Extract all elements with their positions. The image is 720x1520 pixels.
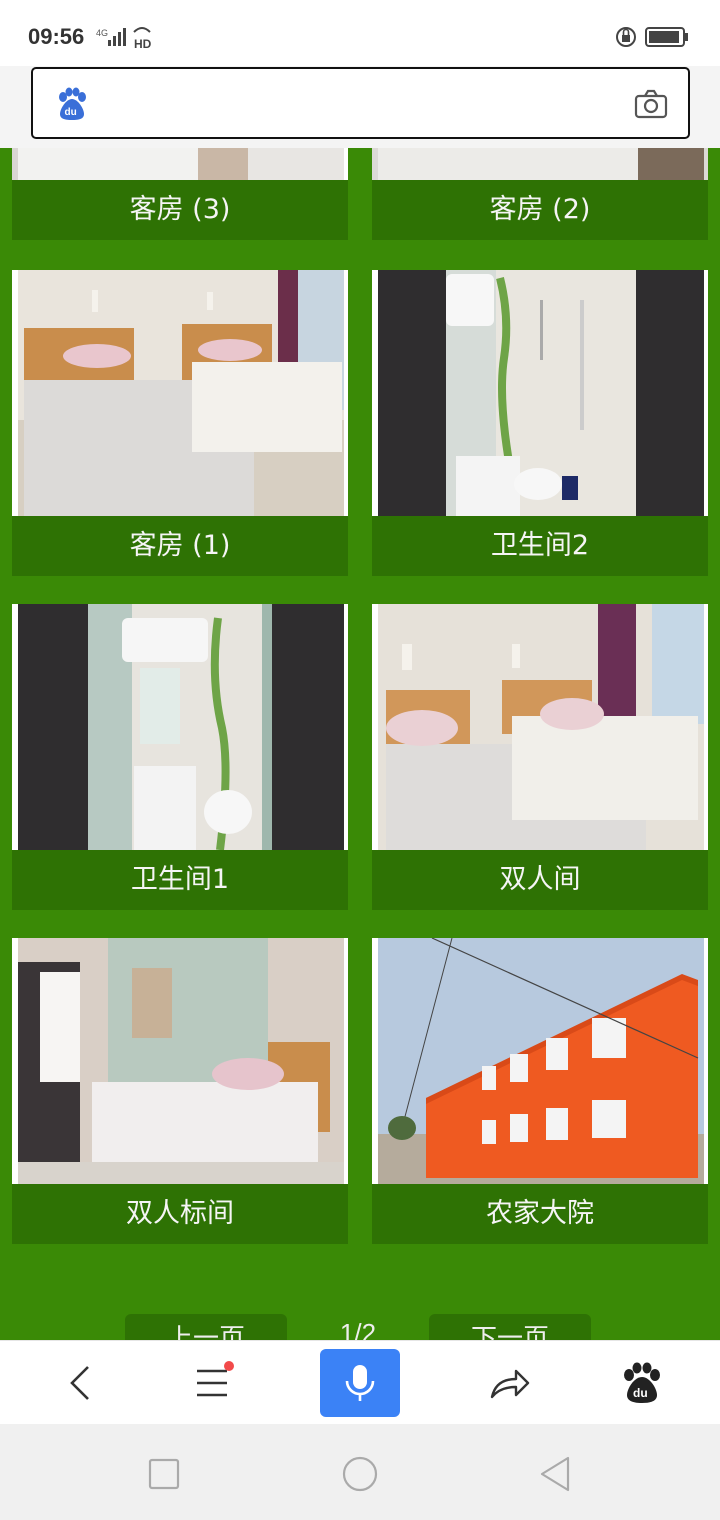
room-caption: 卫生间1 (12, 850, 348, 910)
room-tile[interactable]: 双人间 (372, 604, 708, 910)
hd-label: HD (134, 37, 152, 50)
status-right-icons (616, 27, 688, 47)
back-icon[interactable] (52, 1355, 108, 1411)
room-photo (372, 604, 708, 850)
search-bar[interactable]: du (31, 67, 690, 139)
system-navigation-bar (0, 1424, 720, 1520)
svg-text:du: du (65, 107, 77, 118)
room-photo (12, 148, 348, 180)
room-tile[interactable]: 客房 (2) (372, 148, 708, 240)
room-photo (12, 938, 348, 1184)
room-tile[interactable]: 客房 (3) (12, 148, 348, 240)
signal-icon: 4G HD (96, 27, 152, 50)
prev-page-button[interactable]: 上一页 (125, 1314, 287, 1340)
room-tile[interactable]: 卫生间2 (372, 270, 708, 576)
room-tile[interactable]: 卫生间1 (12, 604, 348, 910)
room-caption: 客房 (2) (372, 180, 708, 240)
network-type: 4G (96, 28, 108, 38)
notification-dot (224, 1361, 234, 1371)
room-caption: 卫生间2 (372, 516, 708, 576)
svg-text:du: du (633, 1386, 648, 1400)
next-page-button[interactable]: 下一页 (429, 1314, 591, 1340)
voice-search-button[interactable] (320, 1349, 400, 1417)
home-icon[interactable] (340, 1454, 380, 1494)
room-caption: 双人标间 (12, 1184, 348, 1244)
room-photo (12, 604, 348, 850)
room-tile[interactable]: 客房 (1) (12, 270, 348, 576)
room-caption: 双人间 (372, 850, 708, 910)
room-tile[interactable]: 农家大院 (372, 938, 708, 1244)
share-icon[interactable] (480, 1355, 536, 1411)
mic-icon (345, 1365, 375, 1401)
baidu-paw-icon[interactable]: du (55, 87, 89, 121)
rotation-lock-icon (616, 27, 636, 47)
baidu-paw-icon[interactable]: du (614, 1355, 670, 1411)
room-caption: 客房 (3) (12, 180, 348, 240)
bottom-toolbar: du (0, 1340, 720, 1424)
room-gallery: 客房 (3) 客房 (2) 客房 (1) 卫生间2 卫生间1 双人间 双人标间 … (0, 148, 720, 1340)
system-back-icon[interactable] (536, 1454, 576, 1494)
room-photo (12, 270, 348, 516)
camera-icon[interactable] (634, 89, 668, 119)
room-photo (372, 938, 708, 1184)
room-photo (372, 148, 708, 180)
room-tile[interactable]: 双人标间 (12, 938, 348, 1244)
recent-apps-icon[interactable] (144, 1454, 184, 1494)
room-photo (372, 270, 708, 516)
status-bar: 09:56 4G HD (0, 0, 720, 66)
battery-icon (645, 27, 688, 47)
menu-button[interactable] (184, 1355, 240, 1411)
page-indicator: 1/2 (339, 1318, 377, 1340)
room-caption: 客房 (1) (12, 516, 348, 576)
room-caption: 农家大院 (372, 1184, 708, 1244)
status-time: 09:56 (28, 24, 85, 49)
